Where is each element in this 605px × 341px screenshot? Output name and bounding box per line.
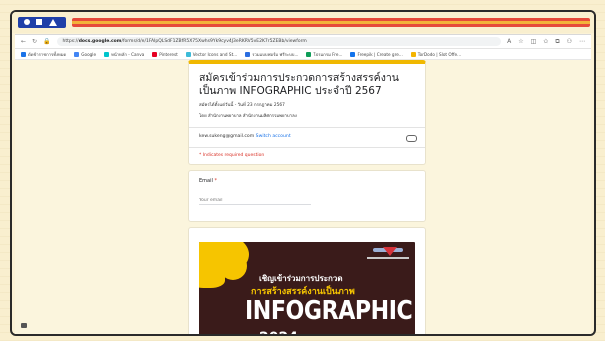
window-controls[interactable] [18,17,66,28]
image-card: เชิญเข้าร่วมการประกวด การสร้างสรรค์งานเป… [188,227,426,334]
bookmark-label: รวมแบบฟอร์ม ฟรีระบบ... [252,51,299,57]
bookmark-favicon-icon [245,51,251,57]
url-host: docs.google.com [78,39,122,44]
banner-headline: INFOGRAPHIC [245,296,413,326]
decorative-stripe [72,18,590,27]
bookmark-item[interactable]: Google [74,51,97,57]
bookmark-favicon-icon [410,51,416,57]
back-arrow-icon[interactable]: ← [21,38,26,45]
bookmark-favicon-icon [350,51,356,57]
bookmark-item[interactable]: Pinterest [152,51,178,57]
split-screen-icon[interactable]: ◫ [531,38,537,46]
required-asterisk: * [214,178,217,184]
bookmark-favicon-icon [185,51,191,57]
account-row: kew.sukeng@gmail.com Switch account [199,133,417,142]
bookmark-favicon-icon [152,51,158,57]
url-prefix: https:// [62,39,79,44]
triangle-icon [49,19,57,26]
bookmark-label: Vector Icons and St... [192,51,238,57]
form-description-1: สมัครได้ตั้งแต่วันนี้ - วันที่ 23 กรกฎาค… [199,103,285,108]
bookmark-item[interactable]: TorDodo | Slot Offe... [410,51,462,57]
bookmarks-bar: ดัดข้าราชการทั้งหมด Google หน้าหลัก - Canv… [15,49,591,60]
email-label: Email * [199,178,415,184]
email-input[interactable] [199,196,311,205]
bookmark-label: Google [81,51,97,57]
divider [189,127,425,128]
bookmark-item[interactable]: รวมแบบฟอร์ม ฟรีระบบ... [245,51,298,58]
address-bar-row: ← ↻ 🔒 https://docs.google.com/forms/d/e/… [15,35,591,49]
required-note: * Indicates required question [199,153,265,158]
reload-icon[interactable]: ↻ [32,38,37,45]
bookmark-item[interactable]: ดัดข้าราชการทั้งหมด [21,51,66,58]
bookmark-favicon-icon [306,51,312,57]
organization-logo [367,247,409,261]
read-aloud-icon[interactable]: A [507,38,511,46]
favorites-icon[interactable]: ✩ [543,38,548,46]
divider [189,147,425,148]
bookmark-label: โปรแกรม Fre... [313,51,343,57]
bookmark-label: Freepik | Create gre... [357,51,403,57]
bookmark-label: TorDodo | Slot Offe... [417,51,462,57]
circle-icon [24,19,30,25]
bookmark-item[interactable]: หน้าหลัก - Canva [104,51,144,58]
bookmark-favicon-icon [74,51,80,57]
infographic-banner-image: เชิญเข้าร่วมการประกวด การสร้างสรรค์งานเป… [199,242,415,334]
bookmark-item[interactable]: Freepik | Create gre... [350,51,403,57]
browser-toolbar: A ☆ ◫ ✩ ⧉ ⚇ ⋯ [507,38,585,46]
bookmark-label: Pinterest [159,51,178,57]
email-question-card: Email * [188,170,426,222]
form-header-card: สมัครเข้าร่วมการประกวดการสร้างสรรค์งานเป… [188,60,426,165]
bookmark-item[interactable]: Vector Icons and St... [185,51,238,57]
url-input[interactable]: https://docs.google.com/forms/d/e/1FAIpQ… [56,37,502,46]
banner-line-4: 2024 [259,330,298,334]
lock-icon: 🔒 [43,38,51,45]
bookmark-favicon-icon [104,51,110,57]
bookmark-label: หน้าหลัก - Canva [111,51,145,57]
window-titlebar [12,12,594,33]
window-frame: ← ↻ 🔒 https://docs.google.com/forms/d/e/… [10,10,596,336]
email-label-text: Email [199,178,213,184]
form-description-2: โดย สำนักงานพยาบาล สำนักงานมลิศกรรมพยาบา… [199,114,297,119]
account-email: kew.sukeng@gmail.com [199,134,255,139]
favorite-star-icon[interactable]: ☆ [518,38,523,46]
bookmark-label: ดัดข้าราชการทั้งหมด [28,51,67,57]
bookmark-favicon-icon [21,51,26,57]
more-menu-icon[interactable]: ⋯ [579,38,585,46]
form-title: สมัครเข้าร่วมการประกวดการสร้างสรรค์งานเป… [199,72,399,97]
cloud-save-icon [406,133,417,142]
form-page: สมัครเข้าร่วมการประกวดการสร้างสรรค์งานเป… [15,60,591,334]
profile-icon[interactable]: ⚇ [567,38,572,46]
chat-icon[interactable] [21,323,27,328]
url-path: /forms/d/e/1FAIpQLSdF1ZBfR5X75Xwhs9Yk9cy… [121,39,307,44]
collections-icon[interactable]: ⧉ [555,38,559,46]
form-column: สมัครเข้าร่วมการประกวดการสร้างสรรค์งานเป… [188,60,426,334]
bookmark-item[interactable]: โปรแกรม Fre... [306,51,342,58]
switch-account-link[interactable]: Switch account [256,134,291,139]
square-icon [36,19,42,25]
browser-window: ← ↻ 🔒 https://docs.google.com/forms/d/e/… [15,34,591,334]
